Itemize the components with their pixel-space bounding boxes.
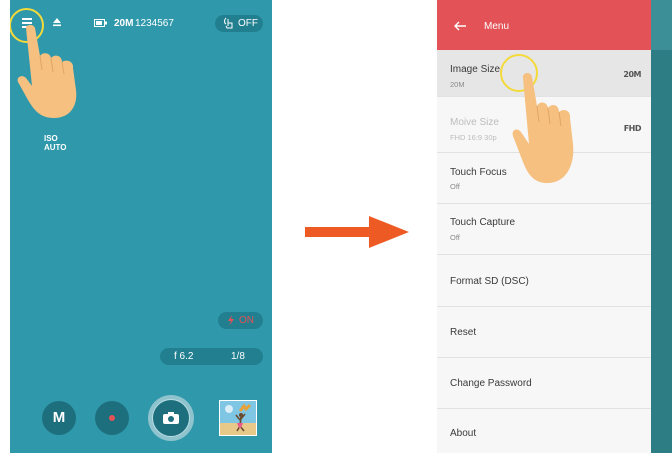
exposure-readout[interactable]: f 6.2 1/8 xyxy=(160,348,263,365)
menu-header: Menu xyxy=(437,0,651,50)
menu-item-label: Touch Focus xyxy=(450,167,507,178)
pointing-hand-icon xyxy=(17,25,77,118)
menu-item-change-password[interactable]: Change Password xyxy=(437,358,651,409)
iso-value: AUTO xyxy=(44,143,67,152)
menu-item-sub: Off xyxy=(450,182,460,191)
flow-arrow-icon xyxy=(305,216,409,248)
menu-screen: Menu Image Size 20M 20M Moive Size FHD 1… xyxy=(437,0,651,453)
camera-icon xyxy=(163,412,179,424)
pointing-hand-icon xyxy=(512,72,574,184)
shutter-value: 1/8 xyxy=(231,351,245,362)
menu-title: Menu xyxy=(484,21,510,32)
camera-screen: 20M 1234567 OFF ISO AUTO ON f 6.2 1/8 M xyxy=(10,0,272,453)
menu-item-label: Reset xyxy=(450,327,477,338)
background-screen-strip xyxy=(651,0,672,453)
menu-item-touch-capture[interactable]: Touch Capture Off xyxy=(437,204,651,255)
gesture-toggle-button[interactable]: OFF xyxy=(215,15,263,32)
record-button[interactable] xyxy=(95,401,129,435)
menu-item-label: Image Size xyxy=(450,64,501,75)
gesture-toggle-label: OFF xyxy=(238,18,258,29)
flash-toggle-button[interactable]: ON xyxy=(218,312,263,329)
background-screen-strip-top xyxy=(651,0,672,50)
hand-gesture-icon xyxy=(224,17,233,29)
menu-item-sub: Off xyxy=(450,233,460,242)
shot-counter: 1234567 xyxy=(135,18,174,29)
menu-item-label: About xyxy=(450,428,477,439)
menu-item-sub: 20M xyxy=(450,80,465,89)
back-arrow-icon[interactable] xyxy=(453,21,467,31)
gallery-thumbnail[interactable] xyxy=(219,400,257,436)
image-size-value-icon: 20M xyxy=(623,70,641,79)
menu-item-label: Touch Capture xyxy=(450,217,516,228)
menu-item-label: Change Password xyxy=(450,378,532,389)
menu-item-label: Format SD (DSC) xyxy=(450,276,529,287)
aperture-value: f 6.2 xyxy=(174,351,194,362)
shutter-button[interactable] xyxy=(148,395,194,441)
menu-item-label: Moive Size xyxy=(450,117,499,128)
movie-size-value-icon: FHD xyxy=(623,124,642,133)
mode-label: M xyxy=(52,409,66,426)
flash-icon xyxy=(228,315,234,326)
beach-photo-thumbnail xyxy=(220,401,256,435)
image-size-indicator: 20M xyxy=(114,18,134,29)
mode-button[interactable]: M xyxy=(42,401,76,435)
menu-item-format-sd[interactable]: Format SD (DSC) xyxy=(437,255,651,307)
record-dot-icon xyxy=(109,415,115,421)
menu-item-reset[interactable]: Reset xyxy=(437,307,651,358)
menu-item-about[interactable]: About xyxy=(437,409,651,453)
menu-item-sub: FHD 16:9 30p xyxy=(450,133,497,142)
iso-label: ISO xyxy=(44,134,58,143)
flash-label: ON xyxy=(239,315,254,326)
